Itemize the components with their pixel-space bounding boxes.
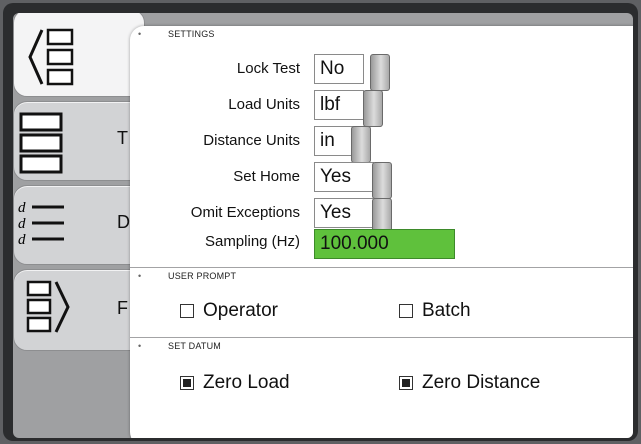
tab-distance[interactable]: d d d D bbox=[13, 185, 145, 265]
user-prompt-header: USER PROMPT bbox=[168, 271, 237, 281]
distance-units-field[interactable]: in bbox=[314, 126, 371, 163]
operator-label: Operator bbox=[203, 300, 278, 321]
tab-back[interactable] bbox=[13, 13, 145, 97]
device-bezel: T d d d D F • SETTINGS Lock Test No Load… bbox=[3, 3, 638, 441]
tab-forward-label: F bbox=[117, 298, 128, 318]
set-datum-header: SET DATUM bbox=[168, 341, 221, 351]
omit-exceptions-value: Yes bbox=[320, 202, 351, 223]
lock-test-label: Lock Test bbox=[236, 60, 300, 77]
section-bullet: • bbox=[138, 271, 142, 281]
section-bullet: • bbox=[138, 29, 142, 39]
load-units-value: lbf bbox=[320, 94, 341, 115]
distance-units-toggle[interactable] bbox=[351, 126, 371, 163]
omit-exceptions-label: Omit Exceptions bbox=[190, 204, 300, 221]
set-home-value: Yes bbox=[320, 166, 351, 187]
sampling-input[interactable]: 100.000 bbox=[314, 229, 455, 259]
tab-stack-label: T bbox=[117, 128, 128, 148]
distance-units-value: in bbox=[320, 130, 335, 151]
omit-exceptions-field[interactable]: Yes bbox=[314, 198, 392, 235]
set-home-field[interactable]: Yes bbox=[314, 162, 392, 199]
user-prompt-divider bbox=[130, 267, 633, 268]
lock-test-field[interactable]: No bbox=[314, 54, 390, 91]
zero-load-check-box[interactable] bbox=[180, 376, 194, 390]
operator-checkbox[interactable]: Operator bbox=[180, 300, 278, 322]
zero-load-label: Zero Load bbox=[203, 372, 290, 393]
back-stack-icon bbox=[28, 28, 74, 86]
tab-stack[interactable]: T bbox=[13, 101, 145, 181]
distance-list-icon: d d d bbox=[18, 200, 64, 248]
load-units-field[interactable]: lbf bbox=[314, 90, 383, 127]
sampling-value: 100.000 bbox=[320, 233, 389, 254]
lock-test-value: No bbox=[320, 58, 345, 79]
load-units-toggle[interactable] bbox=[363, 90, 383, 127]
d-glyph-2: d bbox=[18, 216, 26, 232]
set-datum-divider bbox=[130, 337, 633, 338]
sampling-label: Sampling (Hz) bbox=[204, 233, 300, 250]
section-bullet: • bbox=[138, 341, 142, 351]
screen: T d d d D F • SETTINGS Lock Test No Load… bbox=[13, 13, 633, 438]
settings-panel: • SETTINGS Lock Test No Load Units lbf D… bbox=[130, 26, 633, 438]
tab-distance-label: D bbox=[117, 212, 130, 232]
set-home-toggle[interactable] bbox=[372, 162, 392, 199]
d-glyph-3: d bbox=[18, 232, 26, 248]
zero-load-checkbox[interactable]: Zero Load bbox=[180, 372, 290, 394]
batch-label: Batch bbox=[422, 300, 471, 321]
d-glyph-1: d bbox=[18, 200, 26, 216]
zero-distance-check-box[interactable] bbox=[399, 376, 413, 390]
operator-check-box[interactable] bbox=[180, 304, 194, 318]
zero-distance-label: Zero Distance bbox=[422, 372, 541, 393]
set-home-label: Set Home bbox=[233, 168, 300, 185]
forward-stack-icon bbox=[26, 280, 70, 333]
stack-icon bbox=[19, 112, 63, 174]
distance-units-label: Distance Units bbox=[203, 132, 300, 149]
lock-test-toggle[interactable] bbox=[370, 54, 390, 91]
tab-forward[interactable]: F bbox=[13, 269, 145, 351]
load-units-label: Load Units bbox=[228, 96, 300, 113]
zero-distance-checkbox[interactable]: Zero Distance bbox=[399, 372, 540, 394]
settings-header: SETTINGS bbox=[168, 29, 215, 39]
batch-check-box[interactable] bbox=[399, 304, 413, 318]
batch-checkbox[interactable]: Batch bbox=[399, 300, 471, 322]
